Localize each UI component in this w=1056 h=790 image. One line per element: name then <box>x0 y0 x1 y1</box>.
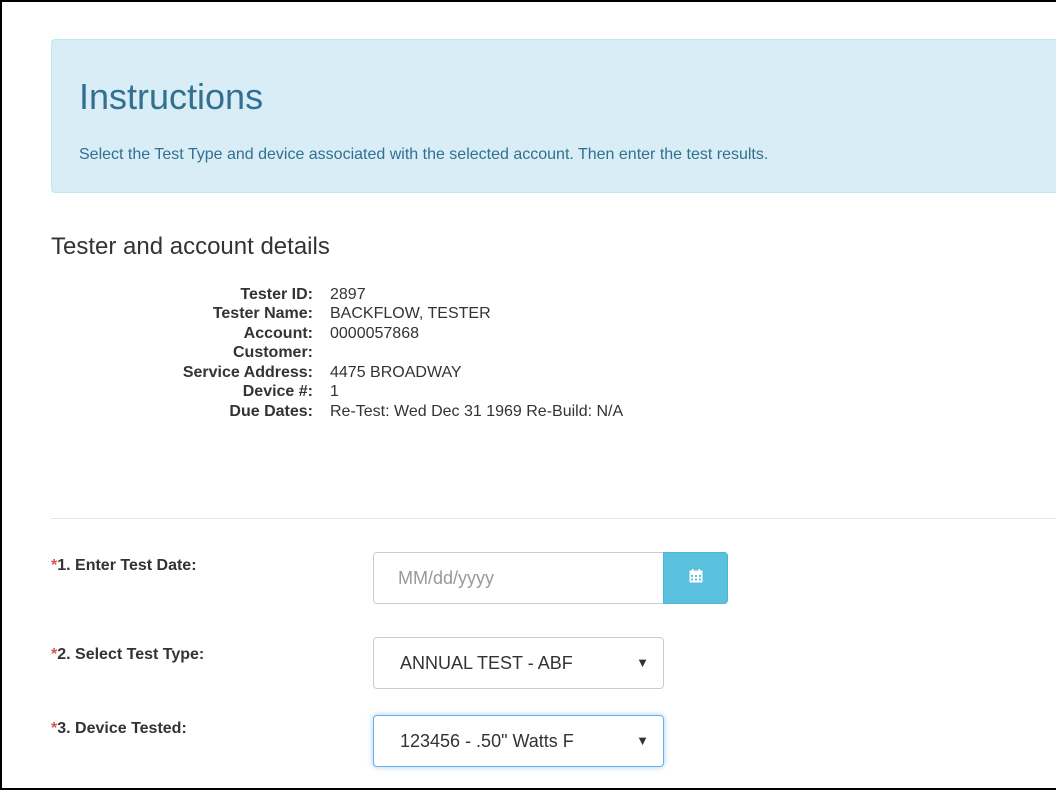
test-date-label-text: 1. Enter Test Date: <box>57 557 197 574</box>
details-heading: Tester and account details <box>51 233 330 260</box>
detail-label: Device #: <box>242 383 313 401</box>
instructions-panel: Instructions Select the Test Type and de… <box>51 39 1056 193</box>
detail-row-account: Account: 0000057868 <box>51 324 623 344</box>
section-divider <box>51 518 1056 519</box>
detail-label: Tester ID: <box>240 285 313 303</box>
detail-row-device-number: Device #: 1 <box>51 383 623 403</box>
test-date-label: *1. Enter Test Date: <box>51 557 197 575</box>
test-type-label: *2. Select Test Type: <box>51 646 204 664</box>
detail-value: BACKFLOW, TESTER <box>330 305 491 323</box>
test-date-input[interactable] <box>373 552 664 604</box>
instructions-title: Instructions <box>79 76 264 117</box>
calendar-button[interactable] <box>663 552 728 604</box>
calendar-icon <box>689 568 703 588</box>
device-tested-label: *3. Device Tested: <box>51 720 187 738</box>
test-type-label-text: 2. Select Test Type: <box>57 646 205 663</box>
detail-row-tester-id: Tester ID: 2897 <box>51 285 623 305</box>
device-tested-select[interactable]: 123456 - .50" Watts F ▼ <box>373 715 664 767</box>
test-type-selected: ANNUAL TEST - ABF <box>400 653 573 673</box>
detail-label: Service Address: <box>182 363 313 381</box>
detail-value: Re-Test: Wed Dec 31 1969 Re-Build: N/A <box>330 402 624 420</box>
detail-value: 1 <box>330 383 339 401</box>
detail-label: Customer: <box>232 344 313 362</box>
detail-value: 2897 <box>330 285 366 303</box>
detail-label: Tester Name: <box>212 305 313 323</box>
chevron-down-icon: ▼ <box>636 733 649 748</box>
detail-value: 4475 BROADWAY <box>330 363 462 381</box>
detail-row-tester-name: Tester Name: BACKFLOW, TESTER <box>51 305 623 325</box>
detail-row-service-address: Service Address: 4475 BROADWAY <box>51 363 623 383</box>
instructions-text: Select the Test Type and device associat… <box>79 146 769 163</box>
detail-label: Due Dates: <box>229 402 313 420</box>
detail-row-due-dates: Due Dates: Re-Test: Wed Dec 31 1969 Re-B… <box>51 402 623 422</box>
device-tested-label-text: 3. Device Tested: <box>57 720 187 737</box>
device-tested-selected: 123456 - .50" Watts F <box>400 731 574 751</box>
detail-value: 0000057868 <box>330 324 419 342</box>
details-list: Tester ID: 2897 Tester Name: BACKFLOW, T… <box>51 285 623 422</box>
chevron-down-icon: ▼ <box>636 655 649 670</box>
detail-row-customer: Customer: <box>51 344 623 364</box>
detail-label: Account: <box>243 324 313 342</box>
test-type-select[interactable]: ANNUAL TEST - ABF ▼ <box>373 637 664 689</box>
